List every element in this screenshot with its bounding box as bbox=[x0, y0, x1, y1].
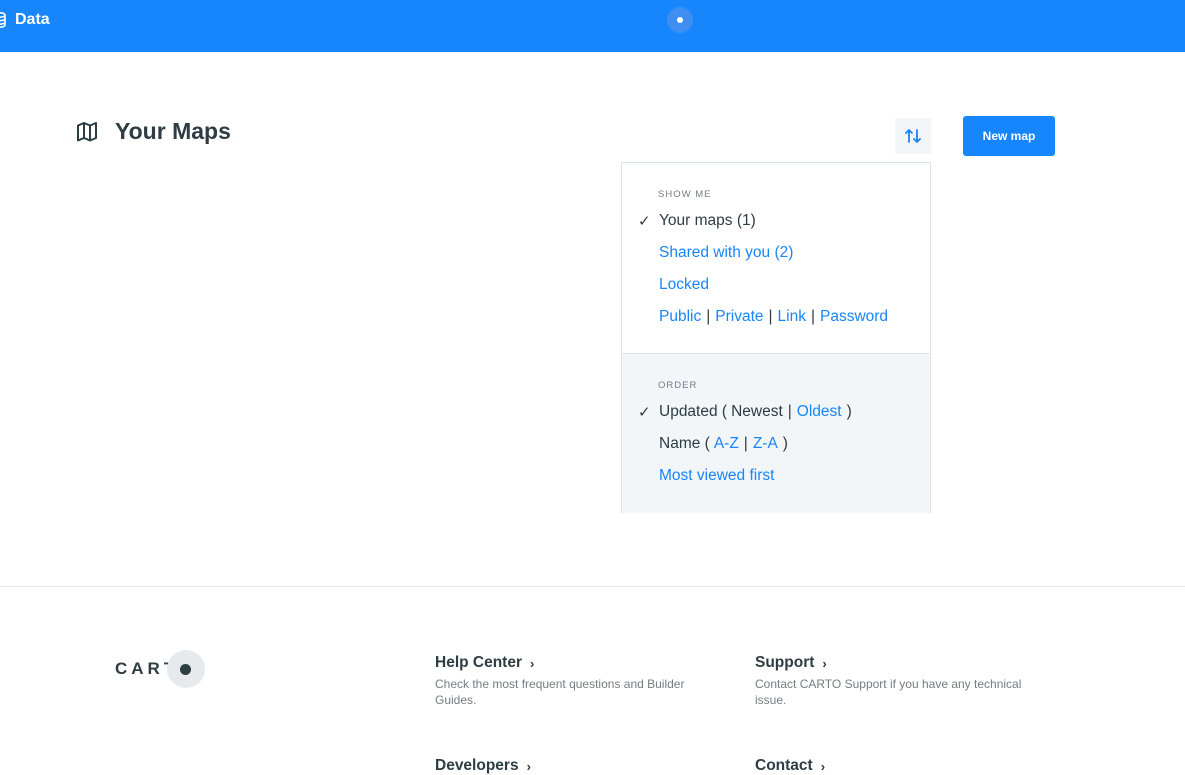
link-link[interactable]: Link bbox=[778, 308, 806, 326]
separator: | bbox=[743, 435, 748, 452]
az-link[interactable]: A-Z bbox=[714, 435, 739, 453]
database-icon bbox=[0, 12, 6, 28]
filter-locked[interactable]: Locked bbox=[638, 274, 709, 296]
private-link[interactable]: Private bbox=[715, 308, 763, 326]
name-prefix: Name ( bbox=[659, 435, 710, 452]
contact-block: Contact › bbox=[755, 757, 1045, 775]
chevron-right-icon: › bbox=[530, 655, 535, 671]
footer-divider bbox=[0, 586, 1185, 587]
status-dot-icon[interactable] bbox=[668, 8, 692, 32]
show-me-heading: SHOW ME bbox=[658, 189, 712, 200]
developers-title: Developers bbox=[435, 757, 519, 774]
check-icon: ✓ bbox=[638, 213, 651, 230]
updated-prefix: Updated ( bbox=[659, 403, 728, 420]
support-desc: Contact CARTO Support if you have any te… bbox=[755, 677, 1022, 707]
carto-logo[interactable]: CART bbox=[115, 650, 206, 688]
page-title: Your Maps bbox=[115, 118, 231, 144]
contact-title: Contact bbox=[755, 757, 813, 774]
help-center-link[interactable]: Help Center › bbox=[435, 654, 725, 672]
close-paren: ) bbox=[846, 403, 852, 420]
support-title: Support bbox=[755, 654, 815, 671]
help-center-title: Help Center bbox=[435, 654, 522, 671]
support-block: Support › Contact CARTO Support if you h… bbox=[755, 654, 1045, 708]
check-icon: ✓ bbox=[638, 404, 651, 421]
developers-link[interactable]: Developers › bbox=[435, 757, 725, 775]
contact-link[interactable]: Contact › bbox=[755, 757, 1045, 775]
chevron-right-icon: › bbox=[820, 758, 826, 774]
newest-option[interactable]: Newest bbox=[731, 403, 783, 421]
page-header: Your Maps bbox=[76, 118, 231, 145]
order-most-viewed[interactable]: Most viewed first bbox=[638, 465, 774, 487]
filter-dropdown: SHOW ME ✓ Your maps (1) Shared with you … bbox=[621, 162, 931, 513]
chevron-right-icon: › bbox=[822, 655, 827, 671]
chevron-right-icon: › bbox=[526, 758, 531, 774]
new-map-button[interactable]: New map bbox=[963, 116, 1055, 156]
your-maps-label: Your maps (1) bbox=[659, 212, 756, 229]
password-link[interactable]: Password bbox=[820, 308, 888, 326]
top-navigation-bar: Data bbox=[0, 0, 1185, 52]
order-updated: ✓ Updated ( Newest | Oldest ) bbox=[638, 401, 852, 423]
developers-block: Developers › bbox=[435, 757, 725, 775]
most-viewed-link[interactable]: Most viewed first bbox=[659, 467, 774, 485]
locked-link[interactable]: Locked bbox=[659, 276, 709, 294]
privacy-filter-row: Public | Private | Link | Password bbox=[638, 306, 888, 328]
order-section: ORDER ✓ Updated ( Newest | Oldest ) Name… bbox=[622, 353, 930, 513]
support-link[interactable]: Support › bbox=[755, 654, 1045, 672]
sort-filter-button[interactable] bbox=[895, 118, 931, 154]
help-center-block: Help Center › Check the most frequent qu… bbox=[435, 654, 725, 708]
order-name: Name ( A-Z | Z-A ) bbox=[638, 433, 788, 455]
separator: | bbox=[768, 308, 773, 325]
separator: | bbox=[787, 403, 792, 420]
za-link[interactable]: Z-A bbox=[753, 435, 778, 453]
logo-o-mark bbox=[167, 650, 206, 688]
data-nav-label: Data bbox=[15, 11, 50, 28]
public-link[interactable]: Public bbox=[659, 308, 701, 326]
help-center-desc: Check the most frequent questions and Bu… bbox=[435, 677, 685, 707]
data-nav-link[interactable]: Data bbox=[0, 0, 50, 40]
shared-link[interactable]: Shared with you (2) bbox=[659, 244, 793, 262]
show-me-section: SHOW ME ✓ Your maps (1) Shared with you … bbox=[622, 163, 930, 353]
sort-arrows-icon bbox=[905, 129, 921, 143]
map-icon bbox=[77, 121, 97, 141]
oldest-link[interactable]: Oldest bbox=[797, 403, 842, 421]
close-paren: ) bbox=[782, 435, 788, 452]
filter-shared[interactable]: Shared with you (2) bbox=[638, 242, 793, 264]
filter-your-maps[interactable]: ✓ Your maps (1) bbox=[638, 210, 756, 232]
separator: | bbox=[706, 308, 711, 325]
order-heading: ORDER bbox=[658, 380, 698, 391]
separator: | bbox=[810, 308, 815, 325]
